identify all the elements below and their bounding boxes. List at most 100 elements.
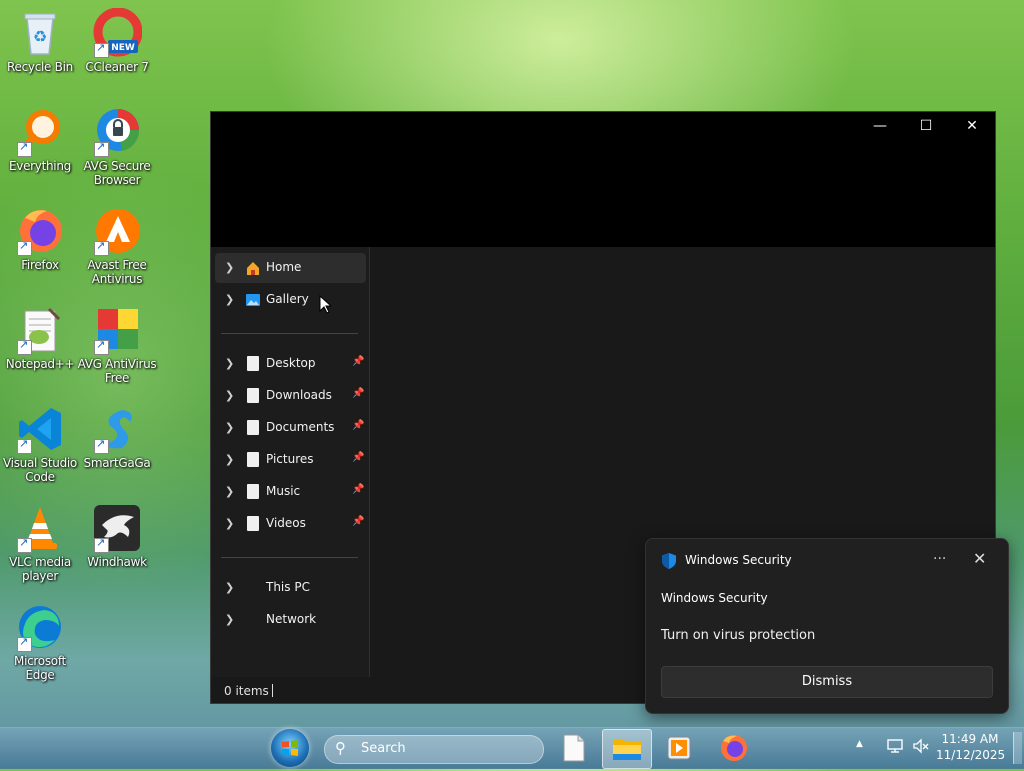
chevron-right-icon[interactable]: ❯ <box>225 517 234 530</box>
notification-body: Turn on virus protection <box>661 628 816 643</box>
taskbar-search-box[interactable]: ⚲ Search <box>324 735 544 764</box>
shortcut-arrow-icon <box>17 635 32 652</box>
chevron-right-icon[interactable]: ❯ <box>225 581 234 594</box>
nav-item-home[interactable]: ❯ Home <box>215 253 366 283</box>
recycle-bin-icon: ♻ <box>15 8 65 58</box>
chevron-right-icon[interactable]: ❯ <box>225 485 234 498</box>
taskbar-clock[interactable]: 11:49 AM 11/12/2025 <box>936 731 1006 763</box>
shortcut-arrow-icon <box>94 140 109 157</box>
smartgaga-icon <box>92 404 142 454</box>
desktop-icon-windhawk[interactable]: Windhawk <box>77 503 157 569</box>
chevron-right-icon[interactable]: ❯ <box>225 357 234 370</box>
nav-item-label: Network <box>266 612 317 626</box>
shortcut-arrow-icon <box>94 239 109 256</box>
shortcut-arrow-icon <box>94 536 109 553</box>
desktop-icon-avg-secure-browser[interactable]: AVG Secure Browser <box>77 107 157 187</box>
pin-icon[interactable]: 📌 <box>352 388 364 399</box>
desktop-icon-label: Everything <box>9 159 71 173</box>
pin-icon[interactable]: 📌 <box>352 484 364 495</box>
status-item-count: 0 items <box>224 684 269 698</box>
tray-overflow-chevron-icon[interactable]: ▲ <box>856 739 863 749</box>
nav-item-downloads[interactable]: ❯ Downloads 📌 <box>215 381 366 411</box>
taskbar-app-file-explorer[interactable] <box>602 729 652 769</box>
desktop-icon-label: Recycle Bin <box>7 60 73 74</box>
desktop-icon-firefox[interactable]: Firefox <box>0 206 80 272</box>
desktop-icon-everything[interactable]: Everything <box>0 107 80 173</box>
nav-item-label: Pictures <box>266 452 314 466</box>
title-bar[interactable]: — ☐ ✕ <box>211 112 995 247</box>
close-button[interactable]: ✕ <box>949 112 995 140</box>
network-icon[interactable] <box>886 737 904 759</box>
chevron-right-icon[interactable]: ❯ <box>225 613 234 626</box>
desktop-icon-vscode[interactable]: Visual Studio Code <box>0 404 80 484</box>
start-button[interactable] <box>271 729 309 767</box>
shortcut-arrow-icon <box>17 437 32 454</box>
nav-item-label: Gallery <box>266 292 309 306</box>
nav-item-desktop[interactable]: ❯ Desktop 📌 <box>215 349 366 379</box>
svg-text:NEW: NEW <box>111 43 135 53</box>
desktop-icon-label: VLC media player <box>9 555 71 583</box>
notification-title: Windows Security <box>661 591 768 605</box>
firefox-icon <box>721 735 747 761</box>
volume-muted-icon[interactable] <box>912 737 930 759</box>
desktop-icon-edge[interactable]: Microsoft Edge <box>0 602 80 682</box>
notepad-plus-plus-icon <box>15 305 65 355</box>
chevron-right-icon[interactable]: ❯ <box>225 293 234 306</box>
home-icon <box>245 260 261 276</box>
pin-icon[interactable]: 📌 <box>352 356 364 367</box>
maximize-button[interactable]: ☐ <box>903 112 949 140</box>
mouse-cursor-icon <box>319 295 331 314</box>
nav-item-this-pc[interactable]: ❯ This PC <box>215 573 366 603</box>
nav-item-music[interactable]: ❯ Music 📌 <box>215 477 366 507</box>
nav-item-pictures[interactable]: ❯ Pictures 📌 <box>215 445 366 475</box>
chevron-right-icon[interactable]: ❯ <box>225 261 234 274</box>
taskbar-app-firefox[interactable] <box>710 729 758 767</box>
desktop-icon-label: Windhawk <box>87 555 147 569</box>
notification-toast: Windows Security ··· ✕ Windows Security … <box>645 538 1009 714</box>
desktop-icon-vlc[interactable]: VLC media player <box>0 503 80 583</box>
nav-item-label: Music <box>266 484 301 498</box>
pin-icon[interactable]: 📌 <box>352 420 364 431</box>
desktop-icon-smartgaga[interactable]: SmartGaGa <box>77 404 157 470</box>
nav-item-label: Videos <box>266 516 306 530</box>
desktop-icon-avg-antivirus[interactable]: AVG AntiVirus Free <box>77 305 157 385</box>
show-desktop-button[interactable] <box>1013 732 1022 764</box>
taskbar-app-media-player[interactable] <box>656 729 704 767</box>
vlc-icon <box>15 503 65 553</box>
nav-item-gallery[interactable]: ❯ Gallery <box>215 285 366 315</box>
windows-logo-icon <box>282 740 298 756</box>
document-icon <box>563 734 585 762</box>
nav-item-label: Desktop <box>266 356 316 370</box>
dismiss-button[interactable]: Dismiss <box>661 666 993 698</box>
nav-divider <box>221 333 358 334</box>
desktop-icon-label: Avast Free Antivirus <box>87 258 147 286</box>
document-icon <box>245 452 261 468</box>
close-notification-button[interactable]: ✕ <box>973 549 986 568</box>
clock-date: 11/12/2025 <box>936 748 1006 762</box>
navigation-pane: ❯ Home ❯ Gallery ❯ Desktop 📌 ❯ Downloads… <box>211 247 370 677</box>
nav-item-videos[interactable]: ❯ Videos 📌 <box>215 509 366 539</box>
chevron-right-icon[interactable]: ❯ <box>225 453 234 466</box>
chevron-right-icon[interactable]: ❯ <box>225 389 234 402</box>
desktop-icon-recycle-bin[interactable]: ♻ Recycle Bin <box>0 8 80 74</box>
nav-item-documents[interactable]: ❯ Documents 📌 <box>215 413 366 443</box>
desktop-icon-ccleaner[interactable]: NEW CCleaner 7 <box>77 7 157 74</box>
nav-item-network[interactable]: ❯ Network <box>215 605 366 635</box>
desktop-icon-label: Microsoft Edge <box>14 654 66 682</box>
desktop-icon-avast[interactable]: Avast Free Antivirus <box>77 206 157 286</box>
chevron-right-icon[interactable]: ❯ <box>225 421 234 434</box>
nav-divider <box>221 557 358 558</box>
gallery-icon <box>245 292 261 308</box>
edge-icon <box>15 602 65 652</box>
nav-item-label: Documents <box>266 420 335 434</box>
notification-app-name: Windows Security <box>685 553 792 567</box>
taskbar-app-notepad[interactable] <box>550 729 598 767</box>
firefox-icon <box>15 206 65 256</box>
more-options-icon[interactable]: ··· <box>933 551 946 567</box>
minimize-button[interactable]: — <box>857 112 903 140</box>
pin-icon[interactable]: 📌 <box>352 452 364 463</box>
shortcut-arrow-icon <box>94 437 109 454</box>
pin-icon[interactable]: 📌 <box>352 516 364 527</box>
status-divider <box>272 684 273 697</box>
desktop-icon-notepad-plus-plus[interactable]: Notepad++ <box>0 305 80 371</box>
